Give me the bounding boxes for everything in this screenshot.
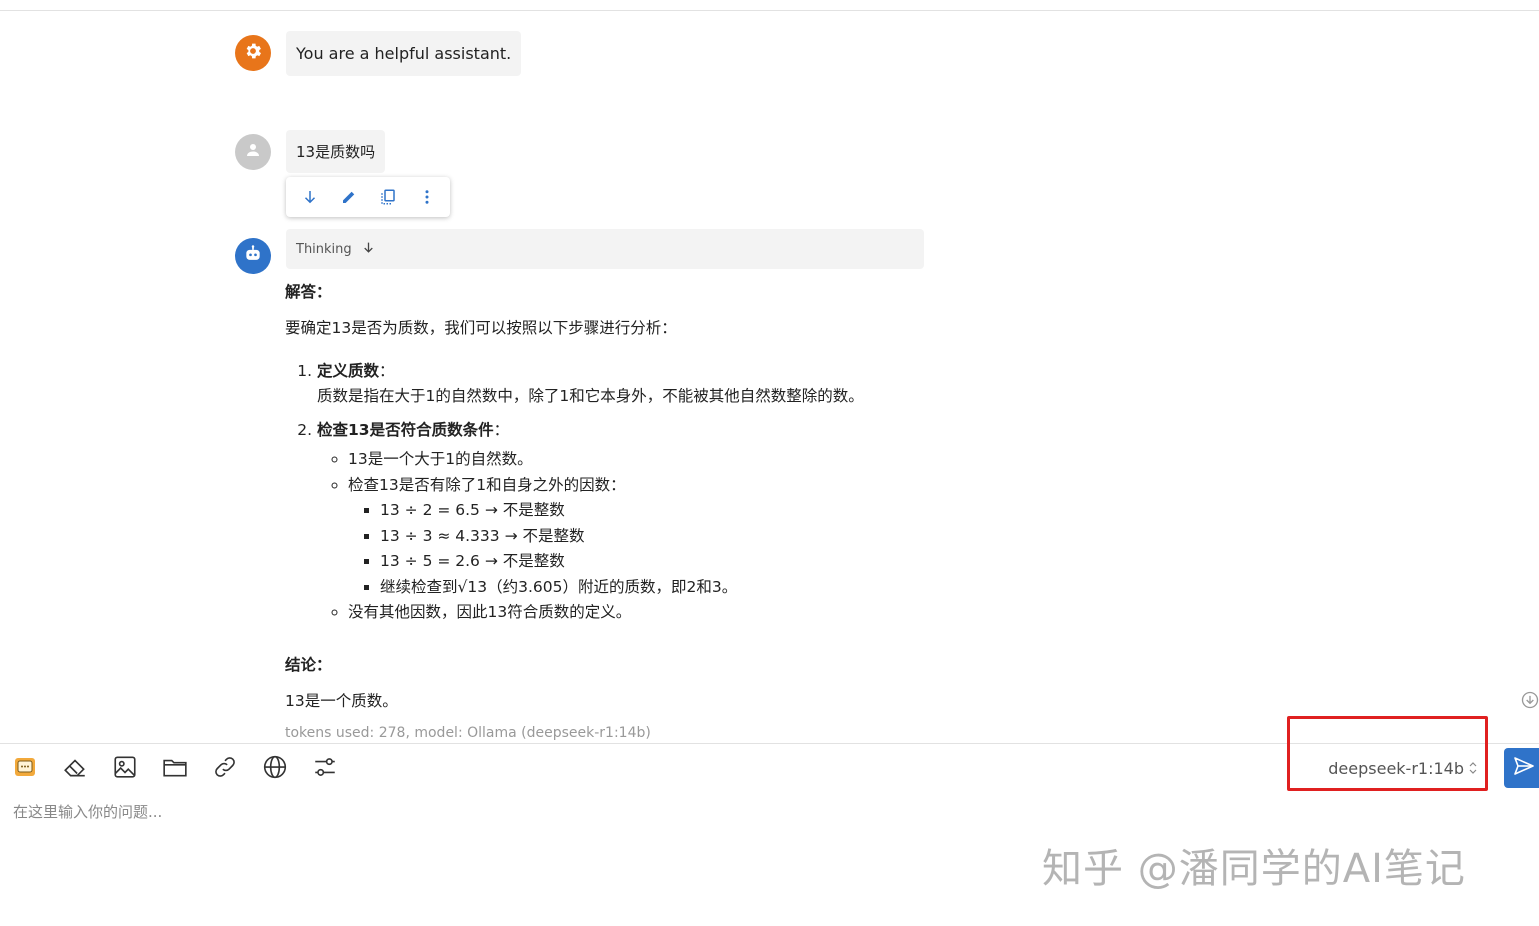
gear-icon <box>243 41 263 65</box>
user-message: 13是质数吗 <box>286 130 386 173</box>
system-message: You are a helpful assistant. <box>286 31 522 76</box>
more-vertical-icon[interactable] <box>412 182 442 212</box>
scroll-to-bottom-icon[interactable] <box>1520 690 1539 712</box>
user-avatar <box>235 134 271 170</box>
arrow-down-icon[interactable] <box>295 182 325 212</box>
check-list: 13是一个大于1的自然数。 检查13是否有除了1和自身之外的因数： 13 ÷ 2… <box>317 447 977 626</box>
folder-icon[interactable] <box>160 752 190 782</box>
thinking-label: Thinking <box>296 241 352 257</box>
step-item: 检查13是否符合质数条件： 13是一个大于1的自然数。 检查13是否有除了1和自… <box>317 418 977 626</box>
step-sep: ： <box>493 421 510 439</box>
eraser-icon[interactable] <box>60 752 90 782</box>
conclusion-heading: 结论： <box>285 656 332 674</box>
person-icon <box>244 141 262 163</box>
chat-icon[interactable] <box>10 752 40 782</box>
image-icon[interactable] <box>110 752 140 782</box>
watermark-text: 知乎 @潘同学的AI笔记 <box>1042 846 1466 892</box>
message-action-toolbar <box>286 177 450 217</box>
conclusion-text: 13是一个质数。 <box>285 692 398 710</box>
check-item: 没有其他因数，因此13符合质数的定义。 <box>348 600 977 626</box>
globe-icon[interactable] <box>260 752 290 782</box>
robot-icon <box>243 244 263 268</box>
edit-icon[interactable] <box>334 182 364 212</box>
token-usage-meta: tokens used: 278, model: Ollama (deepsee… <box>285 725 651 741</box>
assistant-avatar <box>235 238 271 274</box>
division-item: 继续检查到√13（约3.605）附近的质数，即2和3。 <box>380 575 977 601</box>
prompt-input[interactable] <box>13 800 1213 824</box>
division-list: 13 ÷ 2 = 6.5 → 不是整数 13 ÷ 3 ≈ 4.333 → 不是整… <box>348 498 977 600</box>
check-item: 13是一个大于1的自然数。 <box>348 447 977 473</box>
check-item: 检查13是否有除了1和自身之外的因数： 13 ÷ 2 = 6.5 → 不是整数 … <box>348 473 977 601</box>
highlight-annotation <box>1287 716 1488 791</box>
send-button[interactable] <box>1504 748 1539 788</box>
steps-list: 定义质数： 质数是指在大于1的自然数中，除了1和它本身外，不能被其他自然数整除的… <box>285 359 977 635</box>
copy-icon[interactable] <box>373 182 403 212</box>
step-body: 质数是指在大于1的自然数中，除了1和它本身外，不能被其他自然数整除的数。 <box>317 387 864 405</box>
settings-sliders-icon[interactable] <box>310 752 340 782</box>
top-divider <box>0 10 1539 11</box>
division-item: 13 ÷ 3 ≈ 4.333 → 不是整数 <box>380 524 977 550</box>
send-icon <box>1512 754 1536 782</box>
assistant-answer: 解答： 要确定13是否为质数，我们可以按照以下步骤进行分析： 定义质数： 质数是… <box>285 280 945 710</box>
system-avatar <box>235 35 271 71</box>
division-item: 13 ÷ 5 = 2.6 → 不是整数 <box>380 549 977 575</box>
thinking-toggle[interactable]: Thinking <box>286 229 924 269</box>
link-icon[interactable] <box>210 752 240 782</box>
division-item: 13 ÷ 2 = 6.5 → 不是整数 <box>380 498 977 524</box>
check-item-text: 检查13是否有除了1和自身之外的因数： <box>348 475 626 494</box>
step-sep: ： <box>379 362 395 380</box>
step-title: 定义质数 <box>317 362 380 380</box>
input-toolbar <box>10 752 360 782</box>
answer-intro: 要确定13是否为质数，我们可以按照以下步骤进行分析： <box>285 319 677 337</box>
step-item: 定义质数： 质数是指在大于1的自然数中，除了1和它本身外，不能被其他自然数整除的… <box>317 359 977 409</box>
answer-heading: 解答： <box>285 283 332 301</box>
step-title: 检查13是否符合质数条件 <box>317 421 494 439</box>
arrow-down-icon <box>352 241 375 258</box>
